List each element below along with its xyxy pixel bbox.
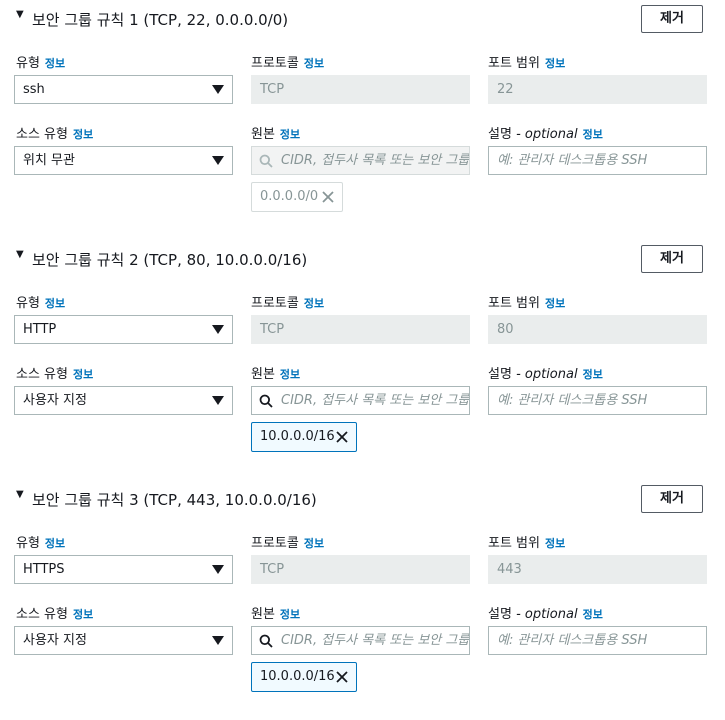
protocol-label: 프로토콜 정보 — [251, 536, 325, 551]
source-token: 0.0.0.0/0 — [251, 182, 343, 212]
type-label: 유형 정보 — [16, 296, 66, 311]
source-search-placeholder: CIDR, 접두사 목록 또는 보안 그룹 — [281, 393, 470, 408]
security-group-rule-3: ▼ 보안 그룹 규칙 3 (TCP, 443, 10.0.0.0/16) 제거 … — [0, 480, 725, 720]
search-icon — [259, 634, 273, 648]
caret-down-icon — [212, 396, 224, 405]
protocol-label: 프로토콜 정보 — [251, 296, 325, 311]
protocol-info-link[interactable]: 정보 — [304, 537, 324, 550]
port-range-info-link[interactable]: 정보 — [545, 297, 565, 310]
port-range-field: 80 — [488, 315, 707, 344]
remove-rule-button[interactable]: 제거 — [641, 485, 703, 513]
source-token: 10.0.0.0/16 — [251, 422, 357, 452]
type-info-link[interactable]: 정보 — [45, 297, 65, 310]
source-type-info-link[interactable]: 정보 — [73, 128, 93, 141]
caret-down-icon — [212, 325, 224, 334]
rule-header: ▼ 보안 그룹 규칙 1 (TCP, 22, 0.0.0.0/0) 제거 — [0, 0, 725, 40]
source-type-select[interactable]: 사용자 지정 — [14, 626, 233, 655]
protocol-field: TCP — [251, 75, 470, 104]
type-select[interactable]: ssh — [14, 75, 233, 104]
caret-down-filled-icon[interactable]: ▼ — [16, 9, 24, 20]
port-range-label: 포트 범위 정보 — [488, 536, 566, 551]
source-token-label: 10.0.0.0/16 — [260, 669, 335, 684]
close-icon[interactable] — [336, 431, 348, 443]
caret-down-icon — [212, 565, 224, 574]
type-label: 유형 정보 — [16, 536, 66, 551]
close-icon[interactable] — [336, 671, 348, 683]
description-input[interactable]: 예: 관리자 데스크톱용 SSH — [488, 626, 707, 655]
description-label: 설명 - optional 정보 — [488, 127, 603, 142]
source-search-input[interactable]: CIDR, 접두사 목록 또는 보안 그룹 — [251, 386, 470, 415]
port-range-info-link[interactable]: 정보 — [545, 537, 565, 550]
source-token-label: 0.0.0.0/0 — [260, 189, 319, 204]
source-type-label: 소스 유형 정보 — [16, 607, 94, 622]
search-icon — [259, 154, 273, 168]
port-range-field: 22 — [488, 75, 707, 104]
source-token: 10.0.0.0/16 — [251, 662, 357, 692]
protocol-info-link[interactable]: 정보 — [304, 57, 324, 70]
source-type-select[interactable]: 사용자 지정 — [14, 386, 233, 415]
security-group-rule-2: ▼ 보안 그룹 규칙 2 (TCP, 80, 10.0.0.0/16) 제거 유… — [0, 240, 725, 480]
source-type-label: 소스 유형 정보 — [16, 367, 94, 382]
caret-down-icon — [212, 636, 224, 645]
caret-down-filled-icon[interactable]: ▼ — [16, 489, 24, 500]
security-group-rule-1: ▼ 보안 그룹 규칙 1 (TCP, 22, 0.0.0.0/0) 제거 유형 정… — [0, 0, 725, 240]
description-info-link[interactable]: 정보 — [583, 368, 603, 381]
source-type-select-value: 사용자 지정 — [23, 633, 87, 648]
close-icon[interactable] — [322, 191, 334, 203]
rule-title[interactable]: 보안 그룹 규칙 3 (TCP, 443, 10.0.0.0/16) — [32, 489, 317, 510]
source-info-link[interactable]: 정보 — [280, 368, 300, 381]
remove-rule-button[interactable]: 제거 — [641, 5, 703, 33]
type-label: 유형 정보 — [16, 56, 66, 71]
type-select-value: ssh — [23, 82, 45, 97]
source-label: 원본 정보 — [251, 367, 301, 382]
rule-title[interactable]: 보안 그룹 규칙 1 (TCP, 22, 0.0.0.0/0) — [32, 9, 288, 30]
source-type-select-value: 사용자 지정 — [23, 393, 87, 408]
remove-rule-button[interactable]: 제거 — [641, 245, 703, 273]
source-search-input[interactable]: CIDR, 접두사 목록 또는 보안 그룹 — [251, 146, 470, 175]
type-info-link[interactable]: 정보 — [45, 57, 65, 70]
source-type-info-link[interactable]: 정보 — [73, 368, 93, 381]
type-info-link[interactable]: 정보 — [45, 537, 65, 550]
protocol-field: TCP — [251, 315, 470, 344]
description-info-link[interactable]: 정보 — [583, 128, 603, 141]
port-range-label: 포트 범위 정보 — [488, 56, 566, 71]
type-select-value: HTTPS — [23, 562, 65, 577]
caret-down-filled-icon[interactable]: ▼ — [16, 249, 24, 260]
source-search-input[interactable]: CIDR, 접두사 목록 또는 보안 그룹 — [251, 626, 470, 655]
source-type-select-value: 위치 무관 — [23, 153, 75, 168]
port-range-info-link[interactable]: 정보 — [545, 57, 565, 70]
source-type-info-link[interactable]: 정보 — [73, 608, 93, 621]
source-label: 원본 정보 — [251, 127, 301, 142]
source-search-placeholder: CIDR, 접두사 목록 또는 보안 그룹 — [281, 633, 470, 648]
protocol-info-link[interactable]: 정보 — [304, 297, 324, 310]
caret-down-icon — [212, 156, 224, 165]
type-select[interactable]: HTTP — [14, 315, 233, 344]
type-select[interactable]: HTTPS — [14, 555, 233, 584]
rule-header: ▼ 보안 그룹 규칙 2 (TCP, 80, 10.0.0.0/16) 제거 — [0, 240, 725, 280]
rule-header: ▼ 보안 그룹 규칙 3 (TCP, 443, 10.0.0.0/16) 제거 — [0, 480, 725, 520]
protocol-label: 프로토콜 정보 — [251, 56, 325, 71]
type-select-value: HTTP — [23, 322, 57, 337]
port-range-field: 443 — [488, 555, 707, 584]
source-token-label: 10.0.0.0/16 — [260, 429, 335, 444]
source-info-link[interactable]: 정보 — [280, 608, 300, 621]
description-label: 설명 - optional 정보 — [488, 607, 603, 622]
protocol-field: TCP — [251, 555, 470, 584]
source-search-placeholder: CIDR, 접두사 목록 또는 보안 그룹 — [281, 153, 470, 168]
source-type-label: 소스 유형 정보 — [16, 127, 94, 142]
port-range-label: 포트 범위 정보 — [488, 296, 566, 311]
rule-title[interactable]: 보안 그룹 규칙 2 (TCP, 80, 10.0.0.0/16) — [32, 249, 307, 270]
source-label: 원본 정보 — [251, 607, 301, 622]
description-input[interactable]: 예: 관리자 데스크톱용 SSH — [488, 146, 707, 175]
search-icon — [259, 394, 273, 408]
source-info-link[interactable]: 정보 — [280, 128, 300, 141]
description-info-link[interactable]: 정보 — [583, 608, 603, 621]
source-type-select[interactable]: 위치 무관 — [14, 146, 233, 175]
description-label: 설명 - optional 정보 — [488, 367, 603, 382]
description-input[interactable]: 예: 관리자 데스크톱용 SSH — [488, 386, 707, 415]
caret-down-icon — [212, 85, 224, 94]
